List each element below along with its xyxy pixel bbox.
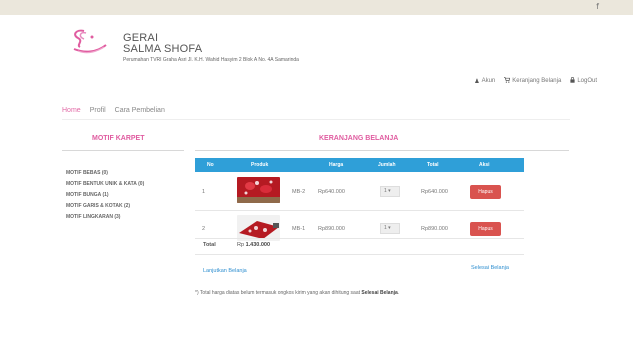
logo[interactable]	[70, 27, 110, 55]
nav-cara-pembelian[interactable]: Cara Pembelian	[115, 107, 165, 114]
cart-title: KERANJANG BELANJA	[319, 135, 399, 142]
user-icon: ♟	[474, 77, 480, 85]
category-list: MOTIF BEBAS (0) MOTIF BENTUK UNIK & KATA…	[66, 168, 144, 223]
col-harga: Harga	[329, 162, 344, 168]
product-code: MB-1	[292, 226, 306, 232]
product-price: Rp890.000	[318, 226, 345, 232]
delete-button[interactable]: Hapus	[470, 222, 501, 236]
category-item[interactable]: MOTIF BENTUK UNIK & KATA (0)	[66, 179, 144, 190]
cart-table-header: No Produk Harga Jumlah Total Aksi	[195, 158, 524, 172]
category-item[interactable]: MOTIF BUNGA (1)	[66, 190, 144, 201]
footnote: *) Total harga diatas belum termasuk ong…	[195, 290, 400, 296]
main-nav: Home Profil Cara Pembelian	[62, 107, 165, 114]
col-jumlah: Jumlah	[378, 162, 396, 168]
total-label: Total	[203, 242, 216, 248]
product-code: MB-2	[292, 189, 306, 195]
top-bar: f	[0, 0, 633, 15]
quantity-select[interactable]: 1 ▾	[380, 223, 400, 234]
cart-link[interactable]: Keranjang Belanja	[504, 77, 561, 85]
category-item[interactable]: MOTIF LINGKARAN (3)	[66, 212, 144, 223]
row-divider	[195, 254, 524, 255]
col-aksi: Aksi	[479, 162, 490, 168]
category-item[interactable]: MOTIF GARIS & KOTAK (2)	[66, 201, 144, 212]
finish-shopping-link[interactable]: Selesai Belanja	[471, 265, 509, 271]
logout-label: LogOut	[577, 78, 597, 84]
row-total: Rp640.000	[421, 189, 448, 195]
cart-label: Keranjang Belanja	[512, 78, 562, 84]
delete-button[interactable]: Hapus	[470, 185, 501, 199]
logout-link[interactable]: LogOut	[570, 76, 597, 85]
row-total: Rp890.000	[421, 226, 448, 232]
product-thumbnail[interactable]	[237, 177, 280, 203]
lock-icon	[570, 76, 575, 85]
category-item[interactable]: MOTIF BEBAS (0)	[66, 168, 144, 179]
nav-divider	[62, 119, 570, 120]
nav-home[interactable]: Home	[62, 107, 81, 114]
row-no: 1	[202, 189, 206, 195]
row-divider	[195, 238, 524, 239]
store-address: Perumahan TVRI Graha Asri Jl. K.H. Wahid…	[123, 57, 299, 63]
col-produk: Produk	[251, 162, 269, 168]
sidebar-title: MOTIF KARPET	[92, 135, 145, 142]
brand-name-line2: SALMA SHOFA	[123, 43, 203, 55]
quantity-select[interactable]: 1 ▾	[380, 186, 400, 197]
col-total: Total	[427, 162, 439, 168]
account-label: Akun	[481, 78, 496, 84]
row-no: 2	[202, 226, 206, 232]
table-row: 1 MB-2 Rp640.000 1 ▾ Rp640.000 Hapus	[195, 174, 524, 210]
facebook-icon[interactable]: f	[596, 2, 599, 11]
sidebar-divider	[62, 150, 184, 151]
col-no: No	[207, 162, 214, 168]
continue-shopping-link[interactable]: Lanjutkan Belanja	[203, 268, 247, 274]
cart-divider	[195, 150, 569, 151]
product-price: Rp640.000	[318, 189, 345, 195]
total-value: Rp 1.430.000	[237, 242, 271, 248]
user-nav: ♟ Akun Keranjang Belanja LogOut	[474, 76, 597, 85]
cart-icon	[504, 77, 511, 85]
nav-profil[interactable]: Profil	[90, 107, 106, 114]
account-link[interactable]: ♟ Akun	[474, 77, 495, 85]
